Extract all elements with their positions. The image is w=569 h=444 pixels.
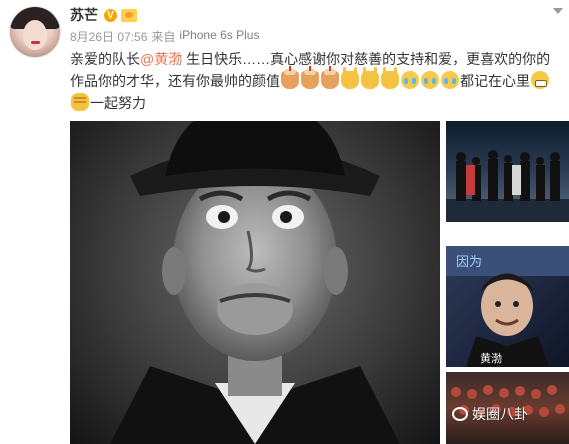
side-photo-1[interactable]	[446, 121, 569, 222]
post-text-part3: 都记在心里	[460, 73, 530, 89]
left-ear-shape	[162, 247, 186, 295]
watermark: 娱圈八卦	[452, 404, 528, 424]
client-link[interactable]: iPhone 6s Plus	[179, 28, 259, 45]
avatar-lips	[31, 41, 40, 44]
rock-hand-emoji-icon	[381, 67, 399, 89]
grin-emoji-icon	[531, 71, 549, 89]
chevron-down-icon[interactable]	[553, 8, 563, 14]
watermark-text: 娱圈八卦	[472, 406, 528, 422]
rock-hand-emoji-icon	[341, 67, 359, 89]
cake-emoji-icon	[321, 66, 339, 89]
post-text-part1: 亲爱的队长	[70, 51, 140, 67]
post-meta: 8月26日 07:56 来自 iPhone 6s Plus	[70, 28, 259, 45]
crying-face-emoji-icon	[401, 71, 419, 89]
cake-emoji-icon	[301, 66, 319, 89]
member-crown-icon[interactable]	[121, 8, 137, 22]
svg-text:因为: 因为	[456, 255, 482, 270]
right-ear-shape	[324, 247, 348, 295]
author-row: 苏芒 V	[70, 5, 137, 25]
side-photo-2[interactable]: 因为	[446, 246, 569, 367]
stage-group-illustration	[446, 150, 569, 222]
post-text-part4: 一起努力	[90, 95, 146, 111]
crying-face-emoji-icon	[421, 71, 439, 89]
cake-emoji-icon	[281, 66, 299, 89]
portrait-2-illustration: 因为	[446, 246, 569, 367]
avatar-face	[23, 20, 47, 50]
pout-lips-shape	[217, 283, 293, 335]
rock-hand-emoji-icon	[361, 67, 379, 89]
main-photo[interactable]	[70, 121, 440, 444]
portrait-illustration	[110, 121, 400, 444]
wechat-icon	[452, 407, 468, 421]
author-name[interactable]: 苏芒	[70, 5, 98, 25]
post-text: 亲爱的队长@黄渤 生日快乐……真心感谢你对慈善的支持和爱，更喜欢的你的作品你的才…	[70, 48, 564, 114]
side-photo-caption: 黄渤	[480, 353, 502, 365]
fist-emoji-icon	[71, 93, 89, 111]
hat-crown-shape	[165, 121, 345, 176]
crying-face-emoji-icon	[441, 71, 459, 89]
avatar[interactable]	[9, 6, 61, 58]
verified-v-icon[interactable]: V	[104, 8, 117, 22]
from-label: 来自	[151, 30, 176, 44]
mention-link[interactable]: @黄渤	[140, 51, 182, 67]
post-date[interactable]: 8月26日 07:56	[70, 28, 147, 45]
